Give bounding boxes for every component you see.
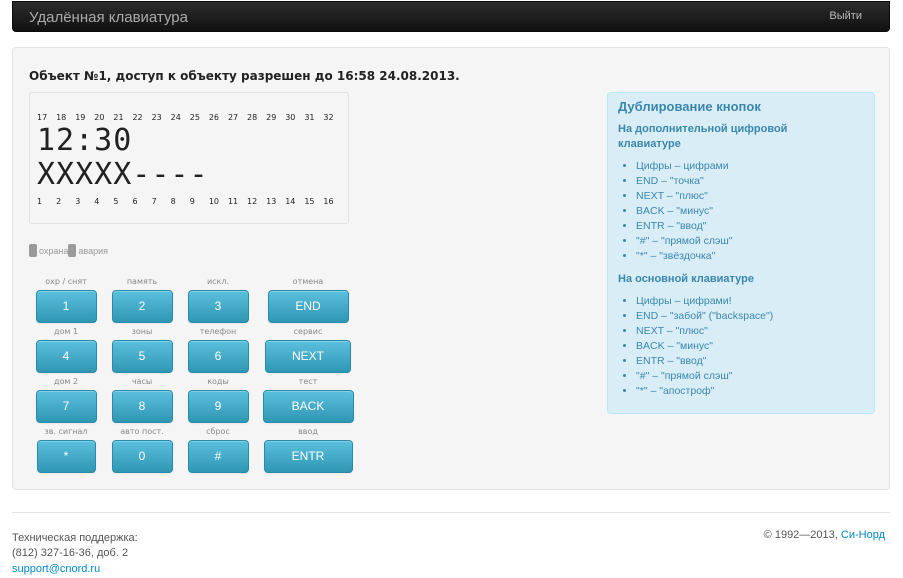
zone-number: 1 xyxy=(37,197,43,206)
support-email-link[interactable]: support@cnord.ru xyxy=(12,563,100,575)
help-list-item: "#" – "прямой слэш" xyxy=(636,234,868,249)
keypad-key-5-button[interactable]: 5 xyxy=(111,340,173,373)
zone-number: 24 xyxy=(170,113,181,122)
help-list-item: Цифры – цифрами! xyxy=(636,294,868,309)
zone-number: 16 xyxy=(323,197,334,206)
help-list-item: ENTR – "ввод" xyxy=(636,219,868,234)
keypad-key-2-button[interactable]: 2 xyxy=(111,290,173,323)
help-list-item: END – "точка" xyxy=(636,174,868,189)
zone-number: 2 xyxy=(56,197,62,206)
zone-number: 4 xyxy=(94,197,100,206)
zone-number: 6 xyxy=(132,197,138,206)
zone-number: 3 xyxy=(75,197,81,206)
keypad-key-entr-button[interactable]: ENTR xyxy=(263,440,353,473)
help-list-item: ENTR – "ввод" xyxy=(636,354,868,369)
zone-number: 31 xyxy=(304,113,315,122)
help-list-item: BACK – "минус" xyxy=(636,339,868,354)
indicator-leds: охрана авария xyxy=(29,244,108,257)
alarm-led-icon xyxy=(68,244,77,257)
help-list-item: NEXT – "плюс" xyxy=(636,324,868,339)
zone-number: 23 xyxy=(151,113,162,122)
zone-number: 19 xyxy=(75,113,86,122)
company-link[interactable]: Си-Норд xyxy=(841,529,885,541)
zone-numbers-bottom: 1 2 3 4 5 6 7 8 9 10 11 12 13 14 15 16 xyxy=(37,197,343,206)
footer-divider xyxy=(12,512,890,513)
help-list-item: "#" – "прямой слэш" xyxy=(636,369,868,384)
keypad-key-hash-button[interactable]: # xyxy=(187,440,249,473)
support-info: Техническая поддержка: (812) 327-16-36, … xyxy=(12,529,138,578)
keypad-key-8-button[interactable]: 8 xyxy=(111,390,173,423)
guard-led-icon xyxy=(29,244,37,257)
key-function-label: отмена xyxy=(292,277,324,286)
keypad-key-1-button[interactable]: 1 xyxy=(35,290,97,323)
zone-number: 10 xyxy=(208,197,220,206)
top-navbar: Удалённая клавиатура Выйти xyxy=(12,1,890,32)
key-function-label: искл. xyxy=(206,277,230,286)
help-list-item: END – "забой" ("backspace") xyxy=(636,309,868,324)
help-list-item: BACK – "минус" xyxy=(636,204,868,219)
zone-number: 7 xyxy=(151,197,157,206)
keypad-key-end-button[interactable]: END xyxy=(267,290,349,323)
help-list-item: Цифры – цифрами xyxy=(636,159,868,174)
zone-number: 26 xyxy=(208,113,220,122)
zone-number: 13 xyxy=(266,197,277,206)
zone-number: 14 xyxy=(285,197,296,206)
keypad-key-6-button[interactable]: 6 xyxy=(187,340,249,373)
zone-number: 11 xyxy=(227,197,239,206)
zone-number: 28 xyxy=(247,113,258,122)
display-line-1: 12:30 xyxy=(37,123,133,158)
object-access-title: Объект №1, доступ к объекту разрешен до … xyxy=(29,69,460,83)
keypad-key-3-button[interactable]: 3 xyxy=(187,290,249,323)
key-function-label: сброс xyxy=(206,427,230,436)
display-line-2: XXXXX---- xyxy=(37,157,209,192)
numpad-mapping-list: Цифры – цифрамиEND – "точка"NEXT – "плюс… xyxy=(618,159,868,264)
zone-number: 32 xyxy=(323,113,334,122)
help-list-item: "*" – "апостроф" xyxy=(636,384,868,399)
copyright: © 1992—2013, Си-Норд xyxy=(764,529,885,541)
zone-number: 21 xyxy=(113,113,124,122)
keypad-display: 17 18 19 20 21 22 23 24 25 26 27 28 29 30 31 32 12:30 X… xyxy=(29,92,349,224)
zone-number: 5 xyxy=(113,197,119,206)
zone-numbers-top: 17 18 19 20 21 22 23 24 25 26 27 28 29 30 31 32 xyxy=(37,113,343,122)
zone-number: 15 xyxy=(304,197,315,206)
zone-number: 20 xyxy=(94,113,105,122)
main-keyboard-section-title: На основной клавиатуре xyxy=(618,273,754,285)
zone-number: 8 xyxy=(170,197,176,206)
zone-number: 12 xyxy=(247,197,258,206)
keypad-key-0-button[interactable]: 0 xyxy=(111,440,173,473)
keypad-key-back-button[interactable]: BACK xyxy=(262,390,354,423)
keypad-key-4-button[interactable]: 4 xyxy=(35,340,97,373)
zone-number: 29 xyxy=(266,113,277,122)
zone-number: 18 xyxy=(56,113,67,122)
key-function-label: тест xyxy=(298,377,318,386)
zone-number: 30 xyxy=(285,113,296,122)
main-panel: Объект №1, доступ к объекту разрешен до … xyxy=(12,47,890,490)
keypad-key-9-button[interactable]: 9 xyxy=(187,390,249,423)
alarm-label: авария xyxy=(78,245,108,256)
main-keyboard-mapping-list: Цифры – цифрами!END – "забой" ("backspac… xyxy=(618,294,868,399)
button-duplication-help: Дублирование кнопок На дополнительной ци… xyxy=(607,92,875,414)
copyright-text: © 1992—2013, xyxy=(763,529,841,541)
app-title: Удалённая клавиатура xyxy=(29,9,188,26)
keypad-key-7-button[interactable]: 7 xyxy=(35,390,97,423)
zone-number: 9 xyxy=(189,197,195,206)
help-list-item: "*" – "звёздочка" xyxy=(636,249,868,264)
zone-number: 17 xyxy=(37,113,48,122)
key-function-label: коды xyxy=(207,377,229,386)
zone-number: 27 xyxy=(227,113,239,122)
numpad-section-title: На дополнительной цифровой клавиатуре xyxy=(618,123,788,150)
key-function-label: телефон xyxy=(199,327,237,336)
guard-label: охрана xyxy=(39,245,69,256)
keypad-key-star-button[interactable]: * xyxy=(36,440,96,473)
help-list-item: NEXT – "плюс" xyxy=(636,189,868,204)
zone-number: 22 xyxy=(132,113,143,122)
keypad-key-next-button[interactable]: NEXT xyxy=(265,340,351,373)
key-function-label: сервис xyxy=(293,327,323,336)
help-title: Дублирование кнопок xyxy=(618,99,761,114)
zone-number: 25 xyxy=(189,113,200,122)
logout-link[interactable]: Выйти xyxy=(829,10,862,22)
key-function-label: ввод xyxy=(298,427,318,436)
